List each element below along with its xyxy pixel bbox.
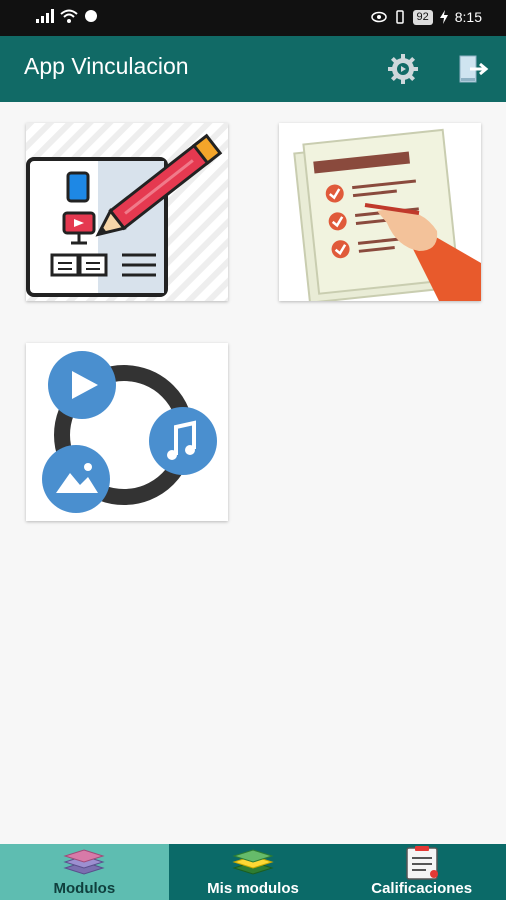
module-card-1[interactable] — [26, 123, 228, 301]
charging-icon — [439, 10, 448, 24]
modules-grid — [0, 102, 506, 844]
nav-label-calificaciones: Calificaciones — [371, 880, 473, 897]
signal-icon — [36, 9, 54, 23]
nav-label-modulos: Modulos — [53, 880, 116, 897]
wifi-icon — [60, 9, 78, 23]
status-bar: 92 8:15 — [0, 0, 506, 36]
checklist-icon — [279, 123, 481, 301]
whatsapp-icon — [85, 10, 97, 22]
module-card-2[interactable] — [279, 123, 481, 301]
clipboard-icon — [405, 846, 438, 880]
nav-tab-mis-modulos[interactable]: Mis modulos — [169, 844, 338, 900]
layers-green-icon — [232, 849, 274, 875]
vibrate-icon — [395, 10, 404, 24]
module-card-3[interactable] — [26, 343, 228, 521]
status-time: 8:15 — [454, 9, 482, 25]
nav-tab-modulos[interactable]: Modulos — [0, 844, 169, 900]
gear-icon — [388, 54, 418, 84]
eye-icon — [370, 11, 387, 23]
logout-button[interactable] — [454, 50, 492, 88]
status-left — [36, 9, 98, 23]
pencil-document-icon — [26, 123, 228, 301]
nav-tab-calificaciones[interactable]: Calificaciones — [337, 844, 506, 900]
app-bar: App Vinculacion — [0, 36, 506, 102]
layers-icon — [63, 849, 105, 875]
status-right: 92 8:15 — [370, 9, 482, 25]
settings-button[interactable] — [384, 50, 422, 88]
logout-icon — [459, 55, 489, 83]
nav-label-mis-modulos: Mis modulos — [207, 880, 299, 897]
bottom-nav: Modulos Mis modulos Calificaciones — [0, 844, 506, 900]
multimedia-icon — [26, 343, 228, 521]
app-title: App Vinculacion — [24, 53, 189, 79]
battery-level: 92 — [412, 9, 433, 25]
